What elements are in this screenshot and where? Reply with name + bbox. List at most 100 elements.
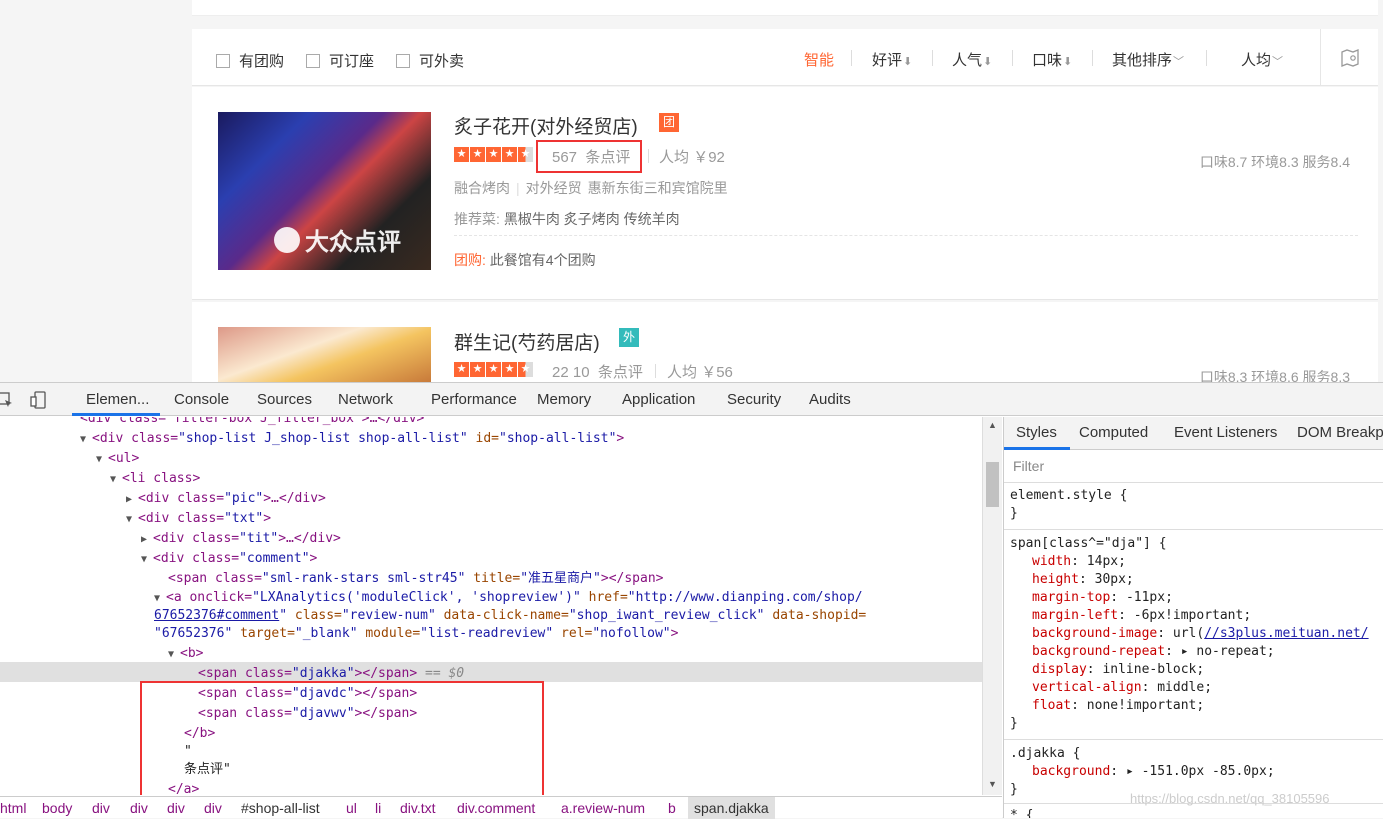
divider (1004, 529, 1383, 530)
breadcrumb-item[interactable]: div (92, 800, 110, 816)
css-declaration[interactable]: background-image: url(//s3plus.meituan.n… (1032, 625, 1369, 643)
breadcrumb-item[interactable]: li (375, 800, 381, 816)
divider (648, 149, 649, 163)
shop-name-link[interactable]: 炙子花开(对外经贸店) (454, 112, 638, 139)
css-declaration[interactable]: height: 30px; (1032, 571, 1134, 589)
breadcrumb-item[interactable]: div.txt (400, 800, 436, 816)
map-button[interactable] (1320, 29, 1378, 86)
sort-taste[interactable]: 口味⬇ (1032, 49, 1072, 70)
shop-photo[interactable]: 大众点评 (218, 112, 431, 270)
sort-avg-price[interactable]: 人均﹀ (1241, 49, 1283, 70)
tab-application[interactable]: Application (622, 391, 695, 408)
breadcrumb-item[interactable]: a.review-num (561, 800, 645, 816)
tab-elements[interactable]: Elemen... (86, 391, 149, 408)
shop-name-link[interactable]: 群生记(芍药居店) (454, 328, 600, 355)
tab-memory[interactable]: Memory (537, 391, 591, 408)
css-rule-selector[interactable]: element.style { (1010, 487, 1127, 505)
tab-sources[interactable]: Sources (257, 391, 312, 408)
css-declaration[interactable]: background: ▸ -151.0px -85.0px; (1032, 763, 1275, 781)
dom-node[interactable]: ▼ <div class="txt"> (126, 509, 271, 529)
filter-groupbuy-checkbox[interactable]: 有团购 (216, 50, 284, 71)
css-declaration[interactable]: vertical-align: middle; (1032, 679, 1212, 697)
breadcrumb-item-active[interactable]: span.djakka (688, 797, 775, 819)
dom-node[interactable]: ▼ <ul> (96, 449, 139, 469)
css-rule-end: } (1010, 716, 1018, 731)
css-declaration[interactable]: margin-top: -11px; (1032, 589, 1173, 607)
groupbuy-badge[interactable]: 团 (659, 113, 679, 132)
dom-node-cont[interactable]: "67652376" target="_blank" module="list-… (154, 624, 678, 644)
dom-node-cont[interactable]: 67652376#comment" class="review-num" dat… (154, 606, 866, 626)
tab-console[interactable]: Console (174, 391, 229, 408)
css-rule-selector[interactable]: span[class^="dja"] { (1010, 535, 1167, 553)
breadcrumb-item[interactable]: div.comment (457, 800, 535, 816)
device-toolbar-icon[interactable] (30, 391, 48, 409)
rating-stars: ★ ★ ★ ★ ★ (454, 147, 534, 162)
tab-event-listeners[interactable]: Event Listeners (1174, 424, 1277, 441)
breadcrumb-item[interactable]: div (204, 800, 222, 816)
breadcrumb-item[interactable]: html (0, 800, 26, 816)
styles-filter-input[interactable]: Filter (1004, 451, 1383, 483)
scroll-thumb[interactable] (986, 462, 999, 507)
dom-node[interactable]: ▼ <div class="shop-list J_shop-list shop-… (80, 429, 624, 449)
dom-node[interactable]: ▼ <li class> (110, 469, 200, 489)
breadcrumb-item[interactable]: div (130, 800, 148, 816)
recommended-dishes: 推荐菜: 黑椒牛肉 炙子烤肉 传统羊肉 (454, 211, 680, 227)
breadcrumb-item[interactable]: body (42, 800, 72, 816)
dom-node[interactable]: ▶ <div class="pic">…</div> (126, 489, 326, 509)
scroll-up-icon[interactable]: ▲ (988, 420, 997, 430)
shop-tags: 融合烤肉 | 对外经贸 惠新东街三和宾馆院里 (454, 178, 734, 198)
dom-node[interactable]: ▼ <a onclick="LXAnalytics('moduleClick', … (154, 588, 863, 608)
area-link[interactable]: 对外经贸 (526, 180, 582, 196)
takeout-badge[interactable]: 外 (619, 328, 639, 347)
styles-tabbar: Styles Computed Event Listeners DOM Brea… (1004, 417, 1383, 450)
dom-node[interactable]: <div class="filter-box J_filter_box">…</… (80, 417, 424, 429)
tab-audits[interactable]: Audits (809, 391, 851, 408)
breadcrumb-item[interactable]: div (167, 800, 185, 816)
dish-links[interactable]: 黑椒牛肉 炙子烤肉 传统羊肉 (504, 211, 680, 227)
breadcrumb-item[interactable]: ul (346, 800, 357, 816)
tab-performance[interactable]: Performance (431, 391, 517, 408)
divider (851, 50, 852, 66)
checkbox-box[interactable] (306, 53, 320, 68)
css-url-link: //s3plus.meituan.net/ (1204, 626, 1369, 641)
review-count-link[interactable]: 22 10 条点评 (552, 361, 643, 382)
filter-takeout-checkbox[interactable]: 可外卖 (396, 50, 464, 71)
tab-computed[interactable]: Computed (1079, 424, 1148, 441)
css-rule-selector[interactable]: * { (1010, 807, 1033, 818)
breadcrumb-item[interactable]: b (668, 800, 676, 816)
sort-smart[interactable]: 智能 (804, 49, 834, 70)
tab-security[interactable]: Security (727, 391, 781, 408)
cuisine-link[interactable]: 融合烤肉 (454, 180, 510, 196)
elements-scrollbar[interactable]: ▲ ▼ (982, 417, 1002, 795)
dom-node[interactable]: ▼ <b> (168, 644, 203, 664)
top-panel (192, 0, 1378, 16)
css-declaration[interactable]: margin-left: -6px!important; (1032, 607, 1251, 625)
sort-popularity[interactable]: 人气⬇ (952, 49, 992, 70)
sort-other[interactable]: 其他排序﹀ (1112, 49, 1184, 70)
tab-dom-breakpoints[interactable]: DOM Breakpo (1297, 424, 1383, 441)
checkbox-box[interactable] (216, 53, 230, 68)
dom-node[interactable]: <span class="sml-rank-stars sml-str45" t… (168, 569, 664, 589)
dom-node[interactable]: ▼ <div class="comment"> (141, 549, 317, 569)
sort-rating[interactable]: 好评⬇ (872, 49, 912, 70)
inspect-element-icon[interactable] (0, 391, 14, 409)
scroll-down-icon[interactable]: ▼ (988, 779, 997, 789)
tab-network[interactable]: Network (338, 391, 393, 408)
breadcrumb-item[interactable]: #shop-all-list (241, 800, 320, 816)
dom-node[interactable]: ▶ <div class="tit">…</div> (141, 529, 341, 549)
divider (1206, 50, 1207, 66)
score-details: 口味8.3 环境8.6 服务8.3 (1199, 369, 1350, 382)
css-declaration[interactable]: background-repeat: ▸ no-repeat; (1032, 643, 1275, 661)
groupbuy-info[interactable]: 团购: 此餐馆有4个团购 (454, 250, 596, 270)
checkbox-box[interactable] (396, 53, 410, 68)
filter-booking-checkbox[interactable]: 可订座 (306, 50, 374, 71)
css-rule-selector[interactable]: .djakka { (1010, 745, 1080, 763)
collapse-triangle-icon: ▶ (141, 534, 148, 545)
star-icon: ★ (486, 147, 501, 162)
shop-photo[interactable] (218, 327, 431, 382)
css-declaration[interactable]: float: none!important; (1032, 697, 1204, 715)
avg-price: 人均 ￥56 (667, 364, 733, 381)
tab-styles[interactable]: Styles (1016, 424, 1057, 441)
css-declaration[interactable]: display: inline-block; (1032, 661, 1204, 679)
css-declaration[interactable]: width: 14px; (1032, 553, 1126, 571)
